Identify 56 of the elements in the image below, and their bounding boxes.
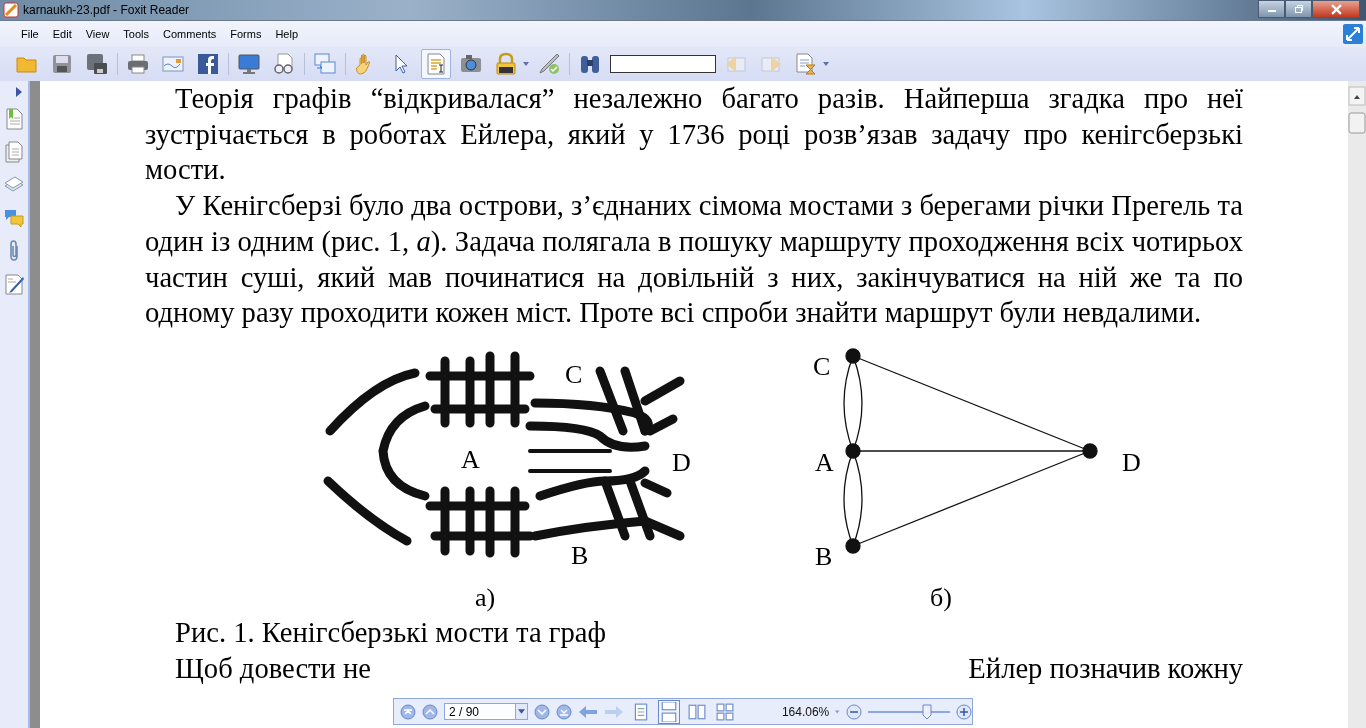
- figure-caption: Рис. 1. Кенігсберзькі мости та граф: [174, 615, 607, 650]
- bookmark-icon[interactable]: [4, 108, 24, 130]
- menu-item[interactable]: File: [14, 28, 46, 40]
- slider-thumb[interactable]: [921, 703, 932, 720]
- dropdown-arrow-icon[interactable]: [523, 62, 529, 66]
- first-page-icon[interactable]: [400, 703, 416, 720]
- scrollbar[interactable]: [1348, 81, 1366, 728]
- vertex-label: B: [815, 541, 833, 571]
- continuous-page-icon[interactable]: [657, 699, 680, 724]
- zoom-level[interactable]: 164.06%: [781, 704, 830, 719]
- region-label: B: [571, 540, 589, 570]
- text-line: Ейлер позначив кожну: [968, 651, 1243, 686]
- expand-arrow-icon[interactable]: [16, 87, 22, 97]
- last-page-icon[interactable]: [555, 703, 572, 720]
- region-label: C: [565, 359, 583, 389]
- graph-vertex: [1082, 443, 1098, 459]
- menu-item[interactable]: Forms: [223, 28, 269, 40]
- vertex-label: C: [813, 351, 831, 381]
- restore-button[interactable]: [1285, 0, 1312, 18]
- window-title: karnaukh-23.pdf - Foxit Reader: [23, 3, 190, 17]
- pages-icon[interactable]: [4, 141, 24, 163]
- page-number-field[interactable]: 2 / 90: [444, 703, 528, 720]
- vertex-label: A: [815, 447, 834, 477]
- next-page-icon[interactable]: [533, 703, 550, 720]
- menu-item[interactable]: Comments: [156, 28, 224, 40]
- zoom-out-icon[interactable]: [845, 703, 862, 720]
- panel-caption: а): [475, 582, 496, 612]
- graph-vertex: [845, 348, 861, 364]
- zoom-slider[interactable]: [867, 702, 950, 721]
- text-select-icon[interactable]: [421, 49, 451, 79]
- vertex-label: D: [1122, 447, 1141, 477]
- search-field[interactable]: [610, 55, 716, 73]
- close-icon: [1330, 3, 1342, 15]
- paragraph: Теорія графів “відкривалася” незалежно багато разів. Найперша згадка про неї зустрічається в роботах Ейлера, який у 1736 році розв’язав задачу про кенігсберзькі мости.: [145, 82, 1243, 188]
- menu-item[interactable]: Help: [268, 28, 306, 40]
- graph-vertex: [845, 538, 861, 554]
- menu-item[interactable]: View: [78, 28, 117, 40]
- zoom-in-icon[interactable]: [956, 703, 972, 720]
- region-label: D: [672, 447, 691, 477]
- back-arrow-icon[interactable]: [577, 703, 598, 720]
- fullscreen-icon[interactable]: [1343, 24, 1363, 44]
- minimize-button[interactable]: [1258, 0, 1285, 18]
- signature-icon[interactable]: [4, 273, 24, 295]
- previous-page-icon[interactable]: [422, 703, 438, 720]
- restore-icon: [1293, 4, 1304, 14]
- graph-vertex: [845, 443, 861, 459]
- text-line: Щоб довести не: [175, 651, 372, 686]
- comments-icon[interactable]: [4, 207, 24, 229]
- dropdown-arrow-icon[interactable]: [823, 62, 829, 66]
- close-button[interactable]: [1312, 0, 1360, 18]
- panel-caption: б): [930, 582, 952, 612]
- region-label: A: [461, 444, 480, 474]
- paragraph: У Кенігсберзі було два острови, з’єднаних сімома мостами з берегами річки Прегель та один із одним (рис. 1, а). Задача полягала в пошуку маршруту проходження всіх чотирьох частин суші, який мав починатися на довільній з них, закінчуватися на ній же та по одному разу проходити кожен міст. Проте всі спроби знайти маршрут були невдалими.: [145, 189, 1243, 331]
- menu-item[interactable]: Edit: [45, 28, 79, 40]
- menu-item[interactable]: Tools: [116, 28, 157, 40]
- app-icon: [3, 2, 19, 18]
